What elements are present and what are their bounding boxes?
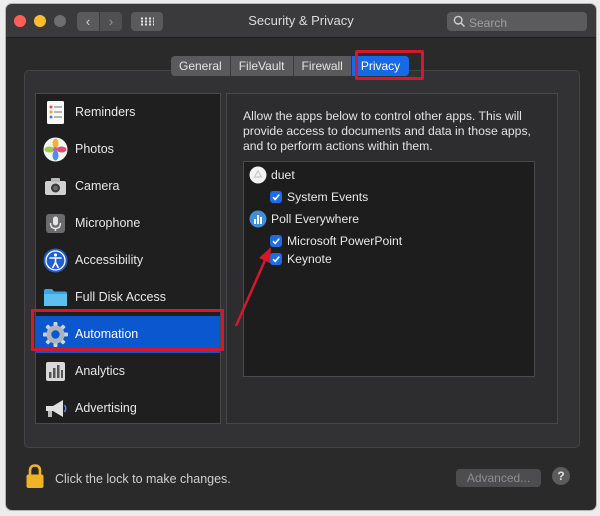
megaphone-icon <box>46 400 67 417</box>
sidebar-item-analytics[interactable]: Analytics <box>36 353 220 390</box>
automation-description: Allow the apps below to control other ap… <box>243 109 531 153</box>
sidebar-item-camera[interactable]: Camera <box>36 168 220 205</box>
sidebar-item-reminders[interactable]: Reminders <box>36 94 220 131</box>
checkmark-icon <box>272 238 280 245</box>
accessibility-icon <box>43 248 68 273</box>
checkmark-icon <box>272 194 280 201</box>
microphone-icon <box>46 214 65 233</box>
poll-everywhere-icon <box>249 210 267 228</box>
camera-icon <box>45 178 66 195</box>
system-events-checkbox[interactable] <box>270 191 282 203</box>
privacy-tab-highlight-box <box>355 50 424 80</box>
sidebar-item-label: Accessibility <box>75 253 144 267</box>
sidebar-item-photos[interactable]: Photos <box>36 131 220 168</box>
lock-instruction-text: Click the lock to make changes. <box>55 472 231 486</box>
tab-general[interactable]: General <box>171 56 231 76</box>
title-bar: ‹ › Security & Privacy <box>6 4 596 38</box>
tab-filevault[interactable]: FileVault <box>230 56 294 76</box>
search-icon <box>453 15 466 28</box>
tab-firewall[interactable]: Firewall <box>293 56 352 76</box>
lock-icon[interactable] <box>25 463 45 489</box>
target-app-label: Keynote <box>287 252 332 266</box>
sidebar-item-label: Full Disk Access <box>75 290 166 304</box>
search-field[interactable] <box>447 12 587 32</box>
automation-highlight-box <box>31 309 224 351</box>
app-name: Poll Everywhere <box>271 212 360 226</box>
target-app-label: Microsoft PowerPoint <box>287 234 403 248</box>
privacy-category-list[interactable]: Reminders Photos Camera Microphone Acces… <box>35 93 221 424</box>
search-input[interactable] <box>467 13 585 32</box>
target-app-label: System Events <box>287 190 369 204</box>
help-button[interactable]: ? <box>552 467 570 485</box>
reminders-icon <box>47 101 64 124</box>
sidebar-item-label: Photos <box>75 142 114 156</box>
checkmark-icon <box>272 256 280 263</box>
advanced-button[interactable]: Advanced... <box>456 469 541 487</box>
sidebar-item-label: Analytics <box>75 364 126 378</box>
microsoft-powerpoint-checkbox[interactable] <box>270 235 282 247</box>
sidebar-item-label: Camera <box>75 179 120 193</box>
sidebar-item-label: Advertising <box>75 401 137 415</box>
photos-icon <box>43 137 68 162</box>
sidebar-item-label: Microphone <box>75 216 141 230</box>
sidebar-item-advertising[interactable]: Advertising <box>36 390 220 427</box>
app-name: duet <box>271 168 295 182</box>
analytics-icon <box>46 362 65 381</box>
automation-app-list[interactable]: duet System Events Poll Everywhere Micro… <box>243 161 535 377</box>
keynote-checkbox[interactable] <box>270 253 282 265</box>
sidebar-item-microphone[interactable]: Microphone <box>36 205 220 242</box>
folder-icon <box>44 289 67 306</box>
sidebar-item-accessibility[interactable]: Accessibility <box>36 242 220 279</box>
duet-icon <box>249 166 267 184</box>
sidebar-item-label: Reminders <box>75 105 136 119</box>
